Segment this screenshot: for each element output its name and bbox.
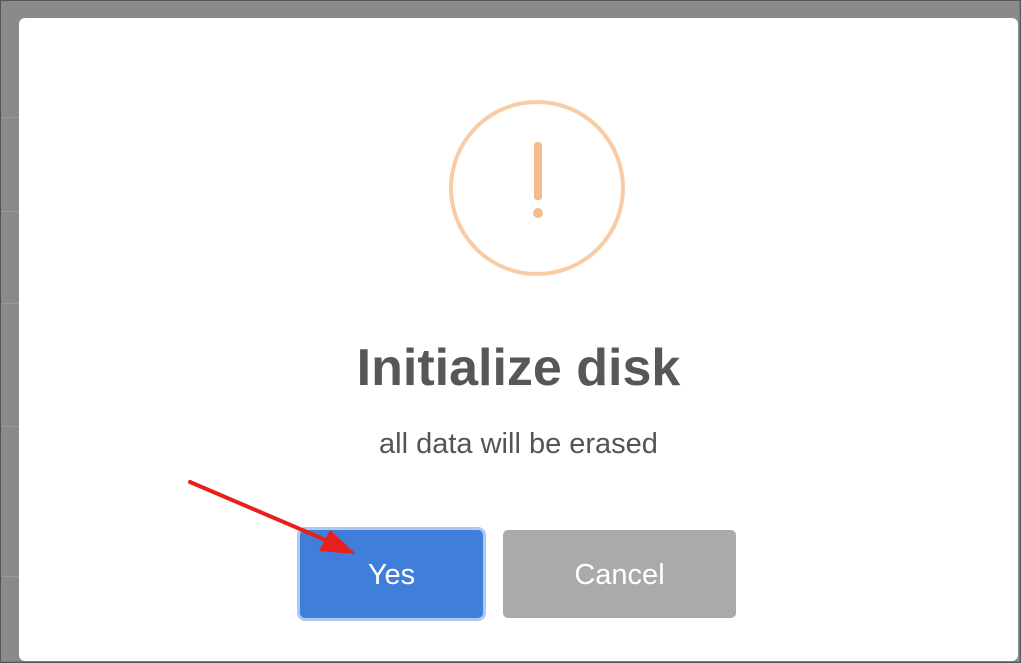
confirm-dialog: Initialize disk all data will be erased … [19,18,1018,661]
yes-button[interactable]: Yes [300,530,483,618]
cancel-button[interactable]: Cancel [503,530,736,618]
dialog-message: all data will be erased [379,428,658,460]
exclamation-bar [534,142,542,200]
dialog-title: Initialize disk [356,339,681,397]
warning-exclamation-icon [449,100,625,276]
exclamation-dot [533,208,543,218]
